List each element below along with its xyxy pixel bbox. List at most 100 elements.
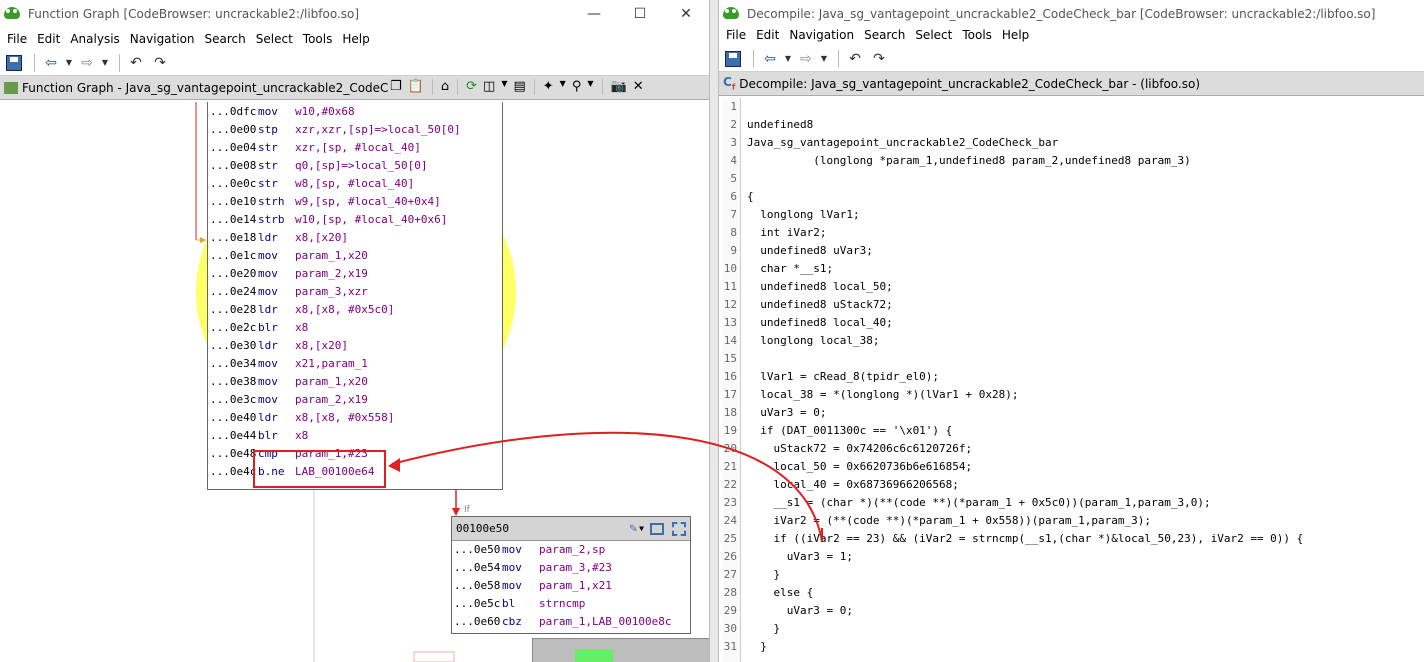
back-button[interactable]: ⇦ — [760, 50, 780, 68]
code-line[interactable]: 22 local_40 = 0x68736966206568; — [719, 476, 1419, 494]
code-line[interactable]: 16 lVar1 = cRead_8(tpidr_el0); — [719, 368, 1419, 386]
menu-select[interactable]: Select — [251, 32, 298, 46]
undo-button[interactable]: ↶ — [126, 54, 146, 72]
instruction-row[interactable]: ...0e10 strh w9,[sp, #local_40+0x4] — [208, 193, 502, 211]
instruction-row[interactable]: ...0e50 mov param_2,sp — [452, 541, 690, 559]
menu-navigation[interactable]: Navigation — [125, 32, 200, 46]
instruction-row[interactable]: ...0e28 ldr x8,[x8, #0x5c0] — [208, 301, 502, 319]
navigate-dropdown-icon[interactable]: ▼ — [560, 79, 566, 95]
code-line[interactable]: 14 longlong local_38; — [719, 332, 1419, 350]
save-button[interactable] — [723, 50, 743, 68]
undo-button[interactable]: ↶ — [845, 50, 865, 68]
menu-analysis[interactable]: Analysis — [65, 32, 124, 46]
code-line[interactable]: 26 uVar3 = 1; — [719, 548, 1419, 566]
edit-label-icon[interactable]: ✎ — [629, 521, 637, 536]
code-block-main[interactable]: ...0dfc mov w10,#0x68 ...0e00 stp xzr,xzr,[sp… — [207, 102, 503, 490]
instruction-row[interactable]: ...0e54 mov param_3,#23 — [452, 559, 690, 577]
menu-tools[interactable]: Tools — [957, 28, 997, 42]
code-line[interactable]: 20 uStack72 = 0x74206c6c6120726f; — [719, 440, 1419, 458]
snapshot-icon[interactable]: 📷 — [611, 79, 627, 95]
code-line[interactable]: 21 local_50 = 0x6620736b6e616854; — [719, 458, 1419, 476]
menu-file[interactable]: File — [721, 28, 751, 42]
instruction-row[interactable]: ...0e14 strb w10,[sp, #local_40+0x6] — [208, 211, 502, 229]
forward-dropdown-icon[interactable]: ▼ — [820, 50, 828, 68]
decompiler-code-view[interactable]: 1 2 undefined8 3 Java_sg_vantagepoint_uncrac… — [719, 98, 1424, 662]
edit-dropdown-icon[interactable]: ▼ — [639, 524, 644, 533]
code-line[interactable]: 7 longlong lVar1; — [719, 206, 1419, 224]
restore-block-icon[interactable] — [650, 522, 664, 535]
maximize-button[interactable]: ☐ — [617, 0, 663, 28]
instruction-row[interactable]: ...0e38 mov param_1,x20 — [208, 373, 502, 391]
code-line[interactable]: 27 } — [719, 566, 1419, 584]
instruction-row[interactable]: ...0e3c mov param_2,x19 — [208, 391, 502, 409]
instruction-row[interactable]: ...0e1c mov param_1,x20 — [208, 247, 502, 265]
code-line[interactable]: 31 } — [719, 638, 1419, 656]
instruction-row[interactable]: ...0e20 mov param_2,x19 — [208, 265, 502, 283]
menu-edit[interactable]: Edit — [32, 32, 65, 46]
code-block-00100e50[interactable]: 00100e50 ✎ ▼ ...0e50 mov param_2,sp ...0e54… — [451, 516, 691, 634]
code-line[interactable]: 2 undefined8 — [719, 116, 1419, 134]
code-line[interactable]: 24 iVar2 = (**(code **)(*param_1 + 0x558… — [719, 512, 1419, 530]
code-line[interactable]: 8 int iVar2; — [719, 224, 1419, 242]
save-button[interactable] — [4, 54, 24, 72]
instruction-row[interactable]: ...0e60 cbz param_1,LAB_00100e8c — [452, 613, 690, 631]
instruction-row[interactable]: ...0e18 ldr x8,[x20] — [208, 229, 502, 247]
menu-help[interactable]: Help — [997, 28, 1034, 42]
code-line[interactable]: 13 undefined8 local_40; — [719, 314, 1419, 332]
minimize-button[interactable]: — — [571, 0, 617, 28]
paste-icon[interactable]: 📋 — [408, 79, 424, 95]
instruction-row[interactable]: ...0e30 ldr x8,[x20] — [208, 337, 502, 355]
hover-icon[interactable]: ⚲ — [572, 79, 582, 95]
code-line[interactable]: 1 — [719, 98, 1419, 116]
menu-navigation[interactable]: Navigation — [784, 28, 859, 42]
redo-button[interactable]: ↷ — [869, 50, 889, 68]
instruction-row[interactable]: ...0e08 str q0,[sp]=>local_50[0] — [208, 157, 502, 175]
close-button[interactable]: ✕ — [663, 0, 709, 28]
menu-select[interactable]: Select — [910, 28, 957, 42]
menu-file[interactable]: File — [2, 32, 32, 46]
instruction-row[interactable]: ...0e24 mov param_3,xzr — [208, 283, 502, 301]
instruction-row[interactable]: ...0dfc mov w10,#0x68 — [208, 103, 502, 121]
function-graph-canvas[interactable]: ...0dfc mov w10,#0x68 ...0e00 stp xzr,xzr,[sp… — [0, 102, 709, 662]
code-line[interactable]: 19 if (DAT_0011300c == '\x01') { — [719, 422, 1419, 440]
instruction-row[interactable]: ...0e44 blr x8 — [208, 427, 502, 445]
forward-button[interactable]: ⇨ — [796, 50, 816, 68]
instruction-row[interactable]: ...0e40 ldr x8,[x8, #0x558] — [208, 409, 502, 427]
copy-icon[interactable]: ❐ — [390, 79, 402, 95]
satellite-viewport[interactable] — [575, 649, 613, 662]
instruction-row[interactable]: ...0e5c bl strncmp — [452, 595, 690, 613]
layout-icon[interactable]: ◫ — [483, 79, 495, 95]
forward-dropdown-icon[interactable]: ▼ — [101, 54, 109, 72]
home-icon[interactable]: ⌂ — [441, 79, 449, 95]
code-line[interactable]: 4 (longlong *param_1,undefined8 param_2,… — [719, 152, 1419, 170]
instruction-row[interactable]: ...0e0c str w8,[sp, #local_40] — [208, 175, 502, 193]
menu-help[interactable]: Help — [337, 32, 374, 46]
instruction-row[interactable]: ...0e58 mov param_1,x21 — [452, 577, 690, 595]
forward-button[interactable]: ⇨ — [77, 54, 97, 72]
code-line[interactable]: 12 undefined8 uStack72; — [719, 296, 1419, 314]
code-line[interactable]: 10 char *__s1; — [719, 260, 1419, 278]
code-line[interactable]: 5 — [719, 170, 1419, 188]
code-line[interactable]: 30 } — [719, 620, 1419, 638]
code-line[interactable]: 9 undefined8 uVar3; — [719, 242, 1419, 260]
instruction-row[interactable]: ...0e2c blr x8 — [208, 319, 502, 337]
back-dropdown-icon[interactable]: ▼ — [65, 54, 73, 72]
navigate-icon[interactable]: ✦ — [543, 79, 554, 95]
code-line[interactable]: 18 uVar3 = 0; — [719, 404, 1419, 422]
code-line[interactable]: 17 local_38 = *(longlong *)(lVar1 + 0x28… — [719, 386, 1419, 404]
menu-edit[interactable]: Edit — [751, 28, 784, 42]
satellite-view[interactable] — [532, 638, 709, 662]
code-line[interactable]: 28 else { — [719, 584, 1419, 602]
instruction-row[interactable]: ...0e34 mov x21,param_1 — [208, 355, 502, 373]
code-line[interactable]: 29 uVar3 = 0; — [719, 602, 1419, 620]
code-line[interactable]: 25 if ((iVar2 == 23) && (iVar2 = strncmp… — [719, 530, 1419, 548]
instruction-row[interactable]: ...0e04 str xzr,[sp, #local_40] — [208, 139, 502, 157]
panel-close-icon[interactable]: ✕ — [633, 79, 644, 95]
layout-dropdown-icon[interactable]: ▼ — [501, 79, 507, 95]
code-line[interactable]: 3 Java_sg_vantagepoint_uncrackable2_CodeC… — [719, 134, 1419, 152]
hover-dropdown-icon[interactable]: ▼ — [587, 79, 593, 95]
full-view-icon[interactable] — [672, 521, 686, 536]
back-button[interactable]: ⇦ — [41, 54, 61, 72]
refresh-icon[interactable]: ⟳ — [466, 79, 477, 95]
menu-search[interactable]: Search — [859, 28, 910, 42]
